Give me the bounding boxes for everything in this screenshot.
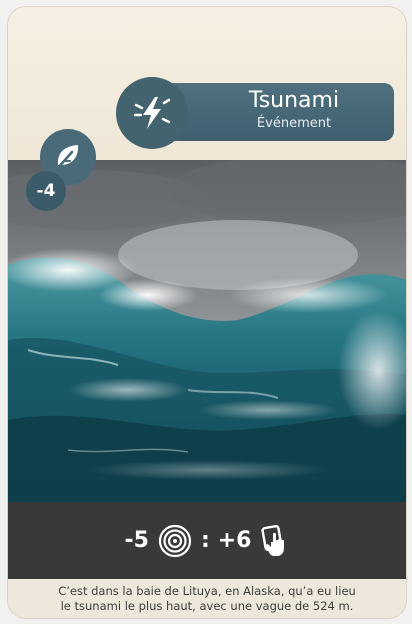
ocean-wave-image	[8, 160, 406, 502]
event-card[interactable]: Tsunami Événement -4 -5: +6 C’est dans …	[0, 0, 412, 624]
flavor-line-2: le tsunami le plus haut, avec une vague …	[60, 598, 354, 613]
lightning-icon	[133, 97, 171, 129]
card-hand-icon	[260, 524, 284, 556]
effect-separator: :	[200, 528, 210, 553]
card-title: Tsunami	[248, 88, 340, 113]
event-type-badge	[116, 77, 188, 149]
effect-left-value: -5	[124, 528, 149, 553]
target-rings-icon	[158, 524, 192, 557]
leaf-icon	[56, 145, 79, 170]
effect-band: -5 : +6	[8, 502, 406, 579]
flavor-line-1: C’est dans la baie de Lituya, en Alaska,…	[58, 583, 356, 598]
flavor-text: C’est dans la baie de Lituya, en Alaska,…	[8, 579, 406, 618]
ocean-wave-illustration	[8, 160, 406, 502]
card-face: Tsunami Événement -4 -5: +6 C’est dans …	[8, 7, 406, 618]
effect-right-value: +6	[217, 528, 252, 553]
cost-value: -4	[26, 171, 66, 211]
card-type: Événement	[256, 116, 332, 131]
